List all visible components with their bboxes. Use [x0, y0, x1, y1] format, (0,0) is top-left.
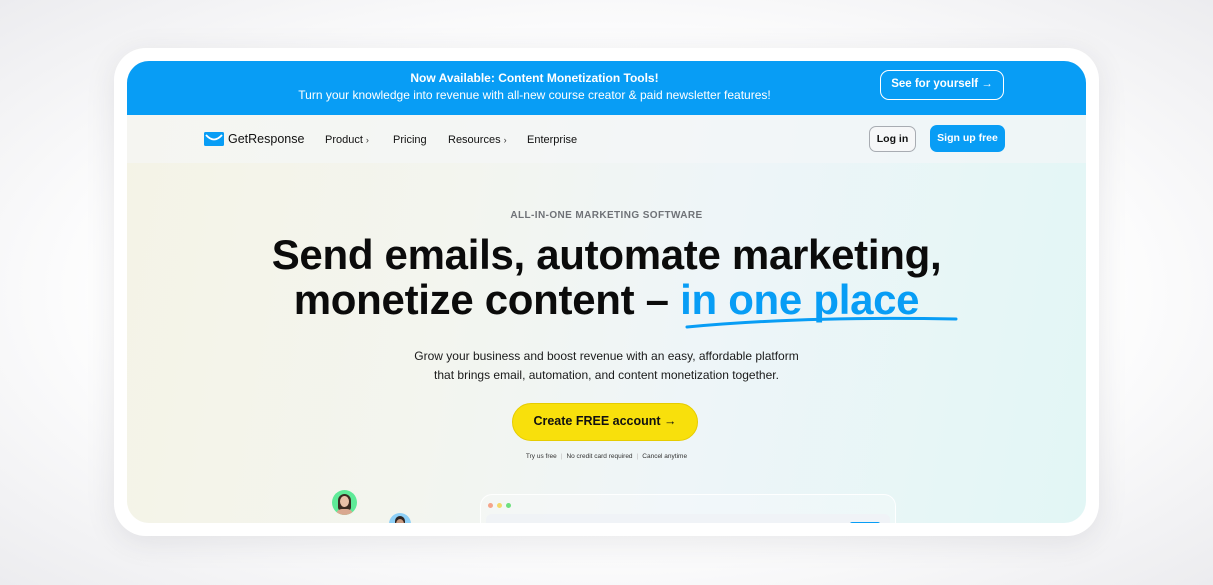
- nav-item-product[interactable]: Product ›: [325, 134, 369, 146]
- login-button[interactable]: Log in: [869, 126, 916, 152]
- nav-item-label: Resources: [448, 134, 501, 146]
- fineprint: Try us free | No credit card required | Canc…: [127, 453, 1086, 460]
- nav-item-enterprise[interactable]: Enterprise: [527, 134, 577, 146]
- nav-item-pricing[interactable]: Pricing: [393, 134, 427, 146]
- signup-button[interactable]: Sign up free: [930, 125, 1005, 152]
- top-navigation: GetResponse Product › Pricing Resources › …: [127, 115, 1086, 163]
- envelope-logo-icon: [204, 132, 224, 146]
- see-for-yourself-button[interactable]: See for yourself →: [880, 70, 1004, 100]
- hero-eyebrow: ALL-IN-ONE MARKETING SOFTWARE: [510, 210, 703, 221]
- nav-item-label: Pricing: [393, 134, 427, 146]
- description-line-1: Grow your business and boost revenue wit…: [414, 349, 799, 363]
- create-free-account-button[interactable]: Create FREE account →: [512, 403, 698, 441]
- app-preview-window: [480, 494, 896, 523]
- chevron-right-icon: ›: [503, 135, 507, 145]
- chevron-right-icon: ›: [365, 135, 369, 145]
- headline-prefix: monetize content –: [293, 276, 681, 323]
- window-minimize-dot-icon: [497, 503, 502, 508]
- hero-headline: Send emails, automate marketing, monetiz…: [127, 232, 1086, 322]
- window-close-dot-icon: [488, 503, 493, 508]
- headline-line-1: Send emails, automate marketing,: [271, 231, 942, 278]
- banner-subtitle: Turn your knowledge into revenue with al…: [298, 88, 771, 102]
- logo-text: GetResponse: [228, 132, 305, 146]
- logo[interactable]: GetResponse: [204, 132, 304, 146]
- fineprint-item: Cancel anytime: [642, 453, 688, 460]
- announcement-banner: Now Available: Content Monetization Tool…: [127, 61, 1086, 115]
- divider: |: [636, 453, 639, 460]
- nav-item-label: Enterprise: [527, 134, 578, 146]
- description-line-2: that brings email, automation, and conte…: [434, 368, 779, 382]
- preview-button: [850, 522, 880, 523]
- fineprint-item: Try us free: [525, 453, 557, 460]
- avatar: [332, 490, 357, 515]
- nav-item-label: Product: [325, 134, 363, 146]
- app-preview-content: [486, 514, 890, 523]
- avatar: [389, 513, 411, 523]
- divider: |: [560, 453, 563, 460]
- website-screen: Now Available: Content Monetization Tool…: [127, 61, 1086, 523]
- nav-item-resources[interactable]: Resources ›: [448, 134, 507, 146]
- fineprint-item: No credit card required: [566, 453, 633, 460]
- accent-underline-decoration: [685, 316, 958, 329]
- banner-title: Now Available: Content Monetization Tool…: [410, 71, 659, 85]
- window-maximize-dot-icon: [506, 503, 511, 508]
- hero-description: Grow your business and boost revenue wit…: [127, 347, 1086, 385]
